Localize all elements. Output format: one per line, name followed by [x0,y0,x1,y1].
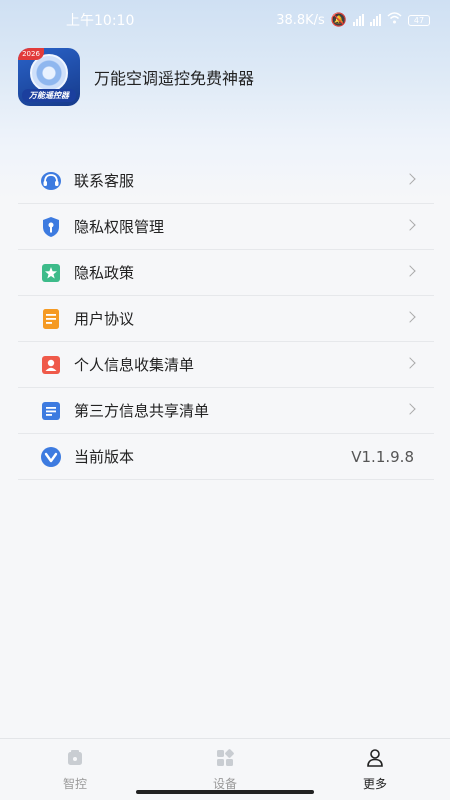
chevron-right-icon [404,265,416,277]
signal-icon [353,14,364,26]
menu-item-personal-info-list[interactable]: 个人信息收集清单 [18,342,434,388]
menu-item-label: 第三方信息共享清单 [74,402,210,420]
list-card-icon [40,400,62,422]
chevron-right-icon [404,357,416,369]
document-icon [40,308,62,330]
shield-key-icon [40,216,62,238]
menu-item-user-agreement[interactable]: 用户协议 [18,296,434,342]
network-speed: 38.8K/s [276,12,325,28]
star-card-icon [40,262,62,284]
remote-icon [65,748,85,772]
chevron-right-icon [404,219,416,231]
menu-item-privacy-policy[interactable]: 隐私政策 [18,250,434,296]
nav-label: 设备 [212,776,237,791]
nav-label: 智控 [62,776,87,791]
home-indicator[interactable] [136,790,314,794]
nav-tab-devices[interactable]: 设备 [185,748,265,792]
logo-ribbon: 万能遥控器 [22,89,76,102]
chevron-right-icon [404,173,416,185]
wifi-icon [387,12,402,28]
person-icon [365,748,385,772]
status-time: 上午10:10 [66,13,135,29]
app-header: 2026 万能遥控器 万能空调遥控免费神器 [18,48,254,106]
headset-icon [40,170,62,192]
chevron-right-icon [404,403,416,415]
settings-menu: 联系客服 隐私权限管理 隐私政策 用户协议 个人信息收集清单 第三方信息共享清单 [18,158,434,480]
grid-icon [215,748,235,772]
menu-item-contact-service[interactable]: 联系客服 [18,158,434,204]
menu-item-label: 当前版本 [74,448,135,466]
signal-2-icon [370,14,381,26]
nav-tab-more[interactable]: 更多 [335,748,415,792]
menu-item-third-party-share-list[interactable]: 第三方信息共享清单 [18,388,434,434]
menu-item-label: 隐私权限管理 [74,218,165,236]
version-value: V1.1.9.8 [351,447,414,466]
person-card-icon [40,354,62,376]
menu-item-label: 个人信息收集清单 [74,356,195,374]
nav-tab-smart-control[interactable]: 智控 [35,748,115,792]
menu-item-privacy-permission[interactable]: 隐私权限管理 [18,204,434,250]
battery-icon: 47 [408,14,430,26]
status-indicators: 38.8K/s 🔕 47 [276,12,430,28]
menu-item-label: 隐私政策 [74,264,135,282]
app-logo: 2026 万能遥控器 [18,48,80,106]
status-bar: 上午10:10 38.8K/s 🔕 47 [0,0,450,40]
nav-label: 更多 [362,776,387,791]
logo-badge: 2026 [18,48,44,60]
chevron-right-icon [404,311,416,323]
menu-item-label: 用户协议 [74,310,135,328]
app-name: 万能空调遥控免费神器 [94,69,255,88]
mute-icon: 🔕 [330,12,347,28]
menu-item-label: 联系客服 [74,172,135,190]
check-v-icon [40,446,62,468]
menu-item-current-version[interactable]: 当前版本 V1.1.9.8 [18,434,434,480]
